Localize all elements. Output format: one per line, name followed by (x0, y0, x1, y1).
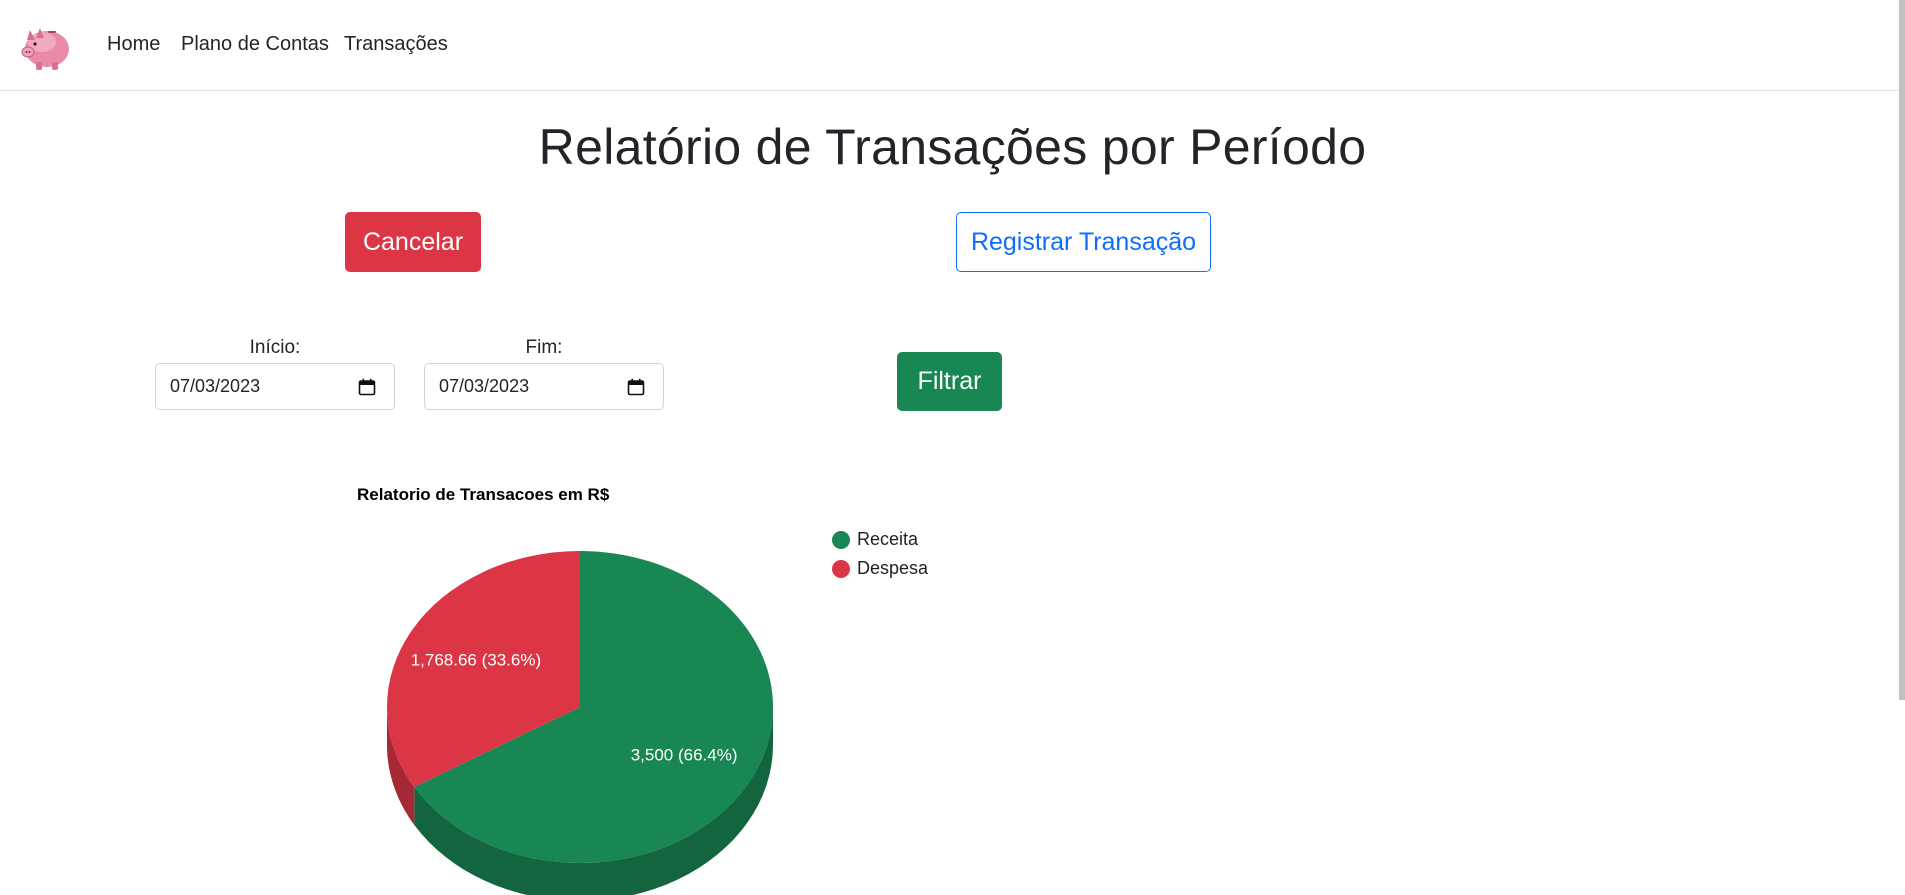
filter-button[interactable]: Filtrar (897, 352, 1002, 411)
end-date-input[interactable]: 07/03/2023 (424, 363, 664, 410)
pie-slice-receita (414, 551, 773, 864)
legend-label-despesa: Despesa (857, 558, 929, 578)
legend-item-despesa[interactable]: Despesa (832, 558, 928, 579)
page-title: Relatório de Transações por Período (538, 119, 1367, 175)
pie-side-despesa (387, 707, 415, 825)
start-date-input[interactable]: 07/03/2023 (155, 363, 395, 410)
legend-item-receita[interactable]: Receita (832, 529, 918, 550)
start-date-value: 07/03/2023 (170, 376, 261, 396)
pie-side-receita (414, 707, 773, 895)
navbar: Home Plano de Contas Transações (0, 0, 1905, 91)
legend-dot-despesa (832, 559, 850, 578)
nav-link-plano-de-contas[interactable]: Plano de Contas (181, 33, 329, 56)
end-date-value: 07/03/2023 (439, 376, 530, 396)
nav-link-transacoes[interactable]: Transações (344, 33, 448, 56)
legend-label-receita: Receita (857, 529, 919, 549)
pie-label-despesa: 1,768.66 (33.6%) (411, 650, 541, 669)
start-date-label: Início: (249, 337, 301, 358)
legend-dot-receita (832, 530, 850, 549)
end-date-label: Fim: (525, 337, 563, 358)
register-transaction-button[interactable]: Registrar Transação (956, 212, 1211, 272)
nav-link-home[interactable]: Home (107, 33, 160, 56)
calendar-icon[interactable] (358, 378, 376, 396)
cancel-button[interactable]: Cancelar (345, 212, 481, 272)
pie-slice-despesa (386, 551, 580, 787)
scrollbar-thumb[interactable] (1899, 0, 1905, 700)
calendar-icon[interactable] (627, 378, 645, 396)
chart-title: Relatorio de Transacoes em R$ (357, 485, 610, 504)
piggy-bank-icon[interactable] (18, 16, 74, 72)
pie-label-receita: 3,500 (66.4%) (631, 746, 738, 765)
